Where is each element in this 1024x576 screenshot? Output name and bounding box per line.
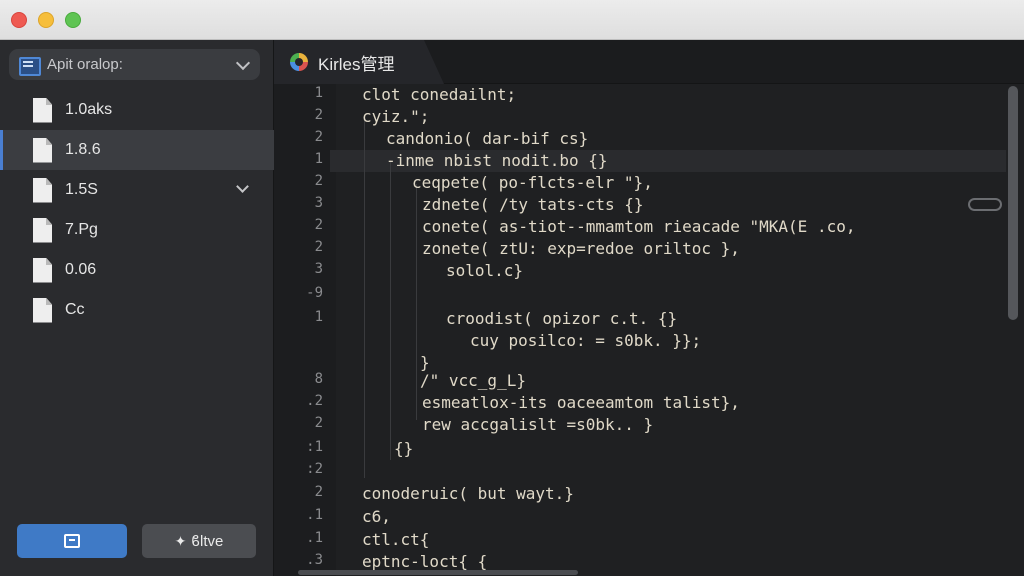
code-line: cyiz."; bbox=[362, 107, 430, 126]
file-icon bbox=[33, 177, 52, 203]
code-line: } bbox=[420, 353, 430, 372]
file-icon bbox=[33, 137, 52, 163]
close-window-button[interactable] bbox=[11, 12, 27, 28]
file-name: 7.Pg bbox=[65, 221, 98, 238]
indent-guide bbox=[364, 118, 365, 478]
line-number: 2 bbox=[314, 239, 323, 255]
file-name: 1.8.6 bbox=[65, 141, 101, 158]
secondary-button-label: ϐltve bbox=[191, 532, 224, 550]
line-number: 2 bbox=[314, 173, 323, 189]
line-number: 2 bbox=[314, 107, 323, 123]
app-window: Apit oralop: 1.0aks 1.8.6 1.5S 7.Pg 0.06 Cc ✦… bbox=[0, 0, 1024, 576]
line-number: 2 bbox=[314, 415, 323, 431]
code-line: esmeatlox-its oaceeamtom talist}, bbox=[422, 393, 740, 412]
horizontal-scrollbar-thumb[interactable] bbox=[298, 570, 578, 575]
line-number: 2 bbox=[314, 129, 323, 145]
line-number: 3 bbox=[314, 261, 323, 277]
colorful-ring-icon bbox=[290, 53, 308, 71]
file-icon bbox=[33, 297, 52, 323]
code-line: rew accgalislt =s0bk.. } bbox=[422, 415, 654, 434]
line-number: .3 bbox=[306, 552, 323, 568]
line-number: 8 bbox=[314, 371, 323, 387]
file-name: 1.0aks bbox=[65, 101, 113, 118]
code-line: ctl.ct{ bbox=[362, 530, 430, 549]
file-icon bbox=[33, 97, 52, 123]
code-line: zonete( ztU: exp=redoe oriltoc }, bbox=[422, 239, 740, 258]
file-list-item[interactable]: Cc bbox=[0, 290, 274, 330]
magic-wand-icon: ✦ bbox=[174, 532, 187, 549]
app-window-icon bbox=[19, 56, 41, 76]
line-number: 3 bbox=[314, 195, 323, 211]
line-number-gutter: 1 2 2 1 2 3 2 2 3 -9 1 8 .2 2 :1 :2 2 .1 .1 .3 bbox=[274, 84, 336, 576]
tab-label: Kirles管理 bbox=[318, 54, 395, 74]
save-icon bbox=[64, 534, 80, 548]
chevron-down-icon bbox=[235, 55, 251, 71]
file-list-item[interactable]: 7.Pg bbox=[0, 210, 274, 250]
app-selector-dropdown[interactable]: Apit oralop: bbox=[9, 49, 260, 80]
code-line: eptnc-loct{ { bbox=[362, 552, 488, 571]
code-line: ceqpete( po-flcts-elr "}, bbox=[412, 173, 653, 192]
code-line: zdnete( /ty tats-cts {} bbox=[422, 195, 644, 214]
line-number: :2 bbox=[306, 461, 323, 477]
indent-guide bbox=[416, 184, 417, 420]
line-number: 2 bbox=[314, 484, 323, 500]
file-name: 0.06 bbox=[65, 261, 97, 278]
file-list: 1.0aks 1.8.6 1.5S 7.Pg 0.06 Cc bbox=[0, 90, 274, 330]
code-line: /" vcc_g_L} bbox=[420, 371, 526, 390]
file-icon bbox=[33, 257, 52, 283]
file-list-item[interactable]: 1.8.6 bbox=[0, 130, 274, 170]
tab-active-file[interactable]: Kirles管理 bbox=[274, 40, 444, 84]
code-line: solol.c} bbox=[446, 261, 524, 280]
code-line: {} bbox=[394, 439, 414, 458]
code-line: conete( as-tiot--mmamtom rieacade "MKA(E… bbox=[422, 217, 856, 236]
file-list-item[interactable]: 1.0aks bbox=[0, 90, 274, 130]
sidebar: Apit oralop: 1.0aks 1.8.6 1.5S 7.Pg 0.06 Cc ✦… bbox=[0, 40, 274, 576]
code-line: clot conedailnt; bbox=[362, 85, 517, 104]
indent-guide bbox=[390, 160, 391, 460]
code-line: cuy posilco: = s0bk. }}; bbox=[470, 331, 702, 350]
chevron-down-icon[interactable] bbox=[236, 180, 249, 193]
file-name: Cc bbox=[65, 301, 85, 318]
line-number: -9 bbox=[306, 285, 323, 301]
code-line: -inme nbist nodit.bo {} bbox=[386, 151, 608, 170]
line-number: .1 bbox=[306, 507, 323, 523]
file-list-item[interactable]: 0.06 bbox=[0, 250, 274, 290]
line-number: 1 bbox=[314, 85, 323, 101]
zoom-window-button[interactable] bbox=[65, 12, 81, 28]
title-bar bbox=[0, 0, 1024, 40]
code-line: c6, bbox=[362, 507, 391, 526]
vertical-scrollbar-thumb[interactable] bbox=[1008, 86, 1018, 320]
code-line: croodist( opizor c.t. {} bbox=[446, 309, 678, 328]
code-line: candonio( dar-bif cs} bbox=[386, 129, 589, 148]
code-line: conoderuic( but wayt.} bbox=[362, 484, 574, 503]
line-number: 1 bbox=[314, 309, 323, 325]
line-number: .2 bbox=[306, 393, 323, 409]
save-button[interactable] bbox=[17, 524, 127, 558]
secondary-action-button[interactable]: ✦ ϐltve bbox=[142, 524, 256, 558]
file-name: 1.5S bbox=[65, 181, 98, 198]
file-icon bbox=[33, 217, 52, 243]
line-number: 2 bbox=[314, 217, 323, 233]
file-list-item[interactable]: 1.5S bbox=[0, 170, 274, 210]
minimize-window-button[interactable] bbox=[38, 12, 54, 28]
line-number: .1 bbox=[306, 530, 323, 546]
app-selector-label: Apit oralop: bbox=[47, 56, 123, 73]
code-editor[interactable]: 1 2 2 1 2 3 2 2 3 -9 1 8 .2 2 :1 :2 2 .1 .1 .3 clot conedai… bbox=[274, 84, 1024, 576]
minimap-toggle[interactable] bbox=[968, 198, 1002, 211]
line-number: :1 bbox=[306, 439, 323, 455]
line-number: 1 bbox=[314, 151, 323, 167]
editor-tab-bar: Kirles管理 bbox=[274, 40, 1024, 84]
